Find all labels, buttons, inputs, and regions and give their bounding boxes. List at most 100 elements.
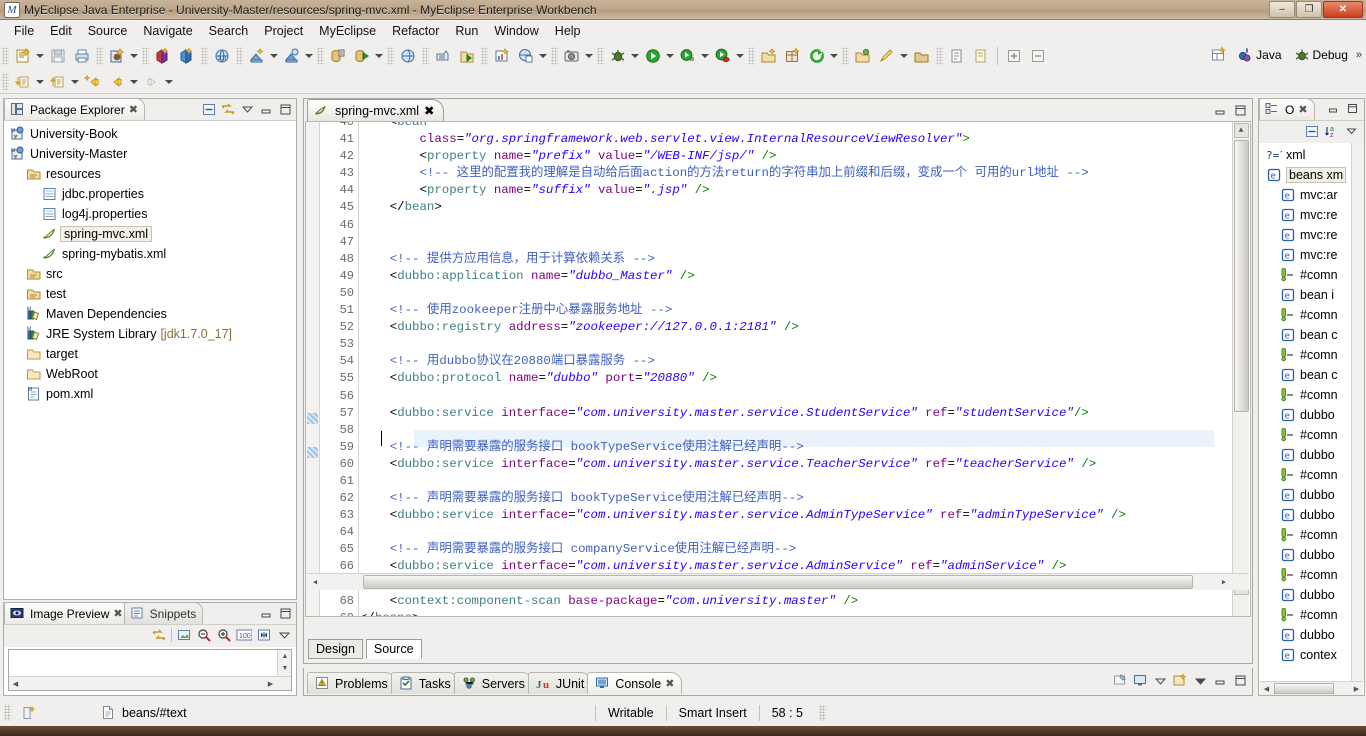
scroll-left-icon[interactable]: ◀	[308, 575, 322, 589]
editor-hscrollbar[interactable]: ◀ ▶	[307, 573, 1249, 590]
minimize-icon[interactable]	[1326, 101, 1342, 117]
tree-item-spring-mvc-xml[interactable]: spring-mvc.xml	[10, 224, 296, 244]
toolbar-grip[interactable]	[236, 47, 243, 65]
outline-item[interactable]: e bean i	[1260, 285, 1351, 305]
highlight-dropdown-icon[interactable]	[898, 45, 909, 67]
tree-item-maven-dependencies[interactable]: M Maven Dependencies	[10, 304, 296, 324]
code-line[interactable]: <!-- 使用zookeeper注册中心暴露服务地址 -->	[360, 302, 1232, 319]
toolbar-grip[interactable]	[2, 73, 9, 91]
tab-problems[interactable]: Problems	[307, 672, 396, 694]
toolbar-grip[interactable]	[748, 47, 755, 65]
tab-spring-mvc-xml[interactable]: spring-mvc.xml ✖	[307, 99, 444, 121]
outline-item[interactable]: #comn	[1260, 605, 1351, 625]
console-menu-icon[interactable]	[1152, 672, 1168, 688]
maximize-icon[interactable]	[1232, 672, 1248, 688]
code-text-surface[interactable]: <bean class="org.springframework.web.ser…	[360, 122, 1232, 616]
run-icon[interactable]	[642, 45, 664, 67]
deploy-icon[interactable]	[246, 45, 268, 67]
code-line[interactable]: <!-- 声明需要暴露的服务接口 bookTypeService使用注解已经声明…	[360, 490, 1232, 507]
profile-icon[interactable]	[712, 45, 734, 67]
profile-dropdown-icon[interactable]	[734, 45, 745, 67]
tree-item-src[interactable]: src	[10, 264, 296, 284]
tree-item-jre-system-library[interactable]: M JRE System Library [jdk1.7.0_17]	[10, 324, 296, 344]
tab-package-explorer[interactable]: Package Explorer ✖	[4, 98, 145, 120]
refresh-icon[interactable]	[806, 45, 828, 67]
code-line[interactable]	[360, 336, 1232, 353]
minimize-button[interactable]: –	[1269, 1, 1295, 18]
toolbar-grip[interactable]	[387, 47, 394, 65]
fit-icon[interactable]	[256, 627, 272, 643]
annotation-ruler[interactable]	[306, 122, 320, 616]
minimize-icon[interactable]	[258, 605, 274, 621]
vscroll-thumb[interactable]	[1234, 140, 1249, 412]
annotation-mark[interactable]	[307, 447, 318, 458]
code-line[interactable]	[360, 422, 1232, 439]
outline-item[interactable]: e mvc:ar	[1260, 185, 1351, 205]
outline-item[interactable]: e contex	[1260, 645, 1351, 665]
outline-item[interactable]: #comn	[1260, 565, 1351, 585]
new-class-icon[interactable]	[176, 45, 198, 67]
web-browser-icon[interactable]: 2.0	[211, 45, 233, 67]
tab-console[interactable]: Console ✖	[587, 672, 683, 694]
build-icon[interactable]	[491, 45, 513, 67]
view-menu-icon[interactable]	[1344, 123, 1360, 139]
tree-item-university-master[interactable]: M University-Master	[10, 144, 296, 164]
scroll-left-icon[interactable]: ◀	[1261, 683, 1272, 694]
code-line[interactable]	[360, 234, 1232, 251]
external-tools-icon[interactable]	[432, 45, 454, 67]
code-line[interactable]: <!-- 这里的配置我的理解是自动给后面action的方法return的字符串加…	[360, 165, 1232, 182]
outline-item[interactable]: e dubbo	[1260, 545, 1351, 565]
toolbar-grip[interactable]	[597, 47, 604, 65]
outline-item[interactable]: ?=? xml	[1260, 145, 1351, 165]
new-table-icon[interactable]	[782, 45, 804, 67]
close-icon[interactable]: ✖	[1298, 103, 1307, 116]
outline-hscrollbar[interactable]: ◀ ▶	[1260, 681, 1363, 695]
outline-item[interactable]: #comn	[1260, 385, 1351, 405]
menu-item-navigate[interactable]: Navigate	[135, 22, 200, 40]
code-line[interactable]	[360, 473, 1232, 490]
tab-tasks[interactable]: Tasks	[390, 672, 459, 694]
code-line[interactable]	[360, 217, 1232, 234]
zoom-in-icon[interactable]	[216, 627, 232, 643]
code-line[interactable]: <bean	[360, 122, 1232, 131]
tab-image-preview[interactable]: Image Preview ✖	[4, 602, 130, 624]
toolbar-grip[interactable]	[142, 47, 149, 65]
tree-item-test[interactable]: test	[10, 284, 296, 304]
display-console-icon[interactable]	[1132, 672, 1148, 688]
deploy-dropdown-icon[interactable]	[268, 45, 279, 67]
image-preview-canvas[interactable]: ▲ ▼ ◀ ▶	[8, 649, 292, 691]
outline-item[interactable]: #comn	[1260, 265, 1351, 285]
outline-item[interactable]: #comn	[1260, 345, 1351, 365]
menu-item-search[interactable]: Search	[201, 22, 257, 40]
tab-junit[interactable]: Ju JUnit	[527, 672, 593, 694]
tab-source[interactable]: Source	[365, 639, 422, 659]
close-button[interactable]: ✕	[1323, 1, 1363, 18]
close-project-icon[interactable]	[911, 45, 933, 67]
step-over-dropdown-icon[interactable]	[69, 71, 80, 93]
maximize-icon[interactable]	[1232, 102, 1248, 118]
menu-item-edit[interactable]: Edit	[42, 22, 80, 40]
new-java-package-icon[interactable]	[106, 45, 128, 67]
step-into-dropdown-icon[interactable]	[34, 71, 45, 93]
print-icon[interactable]	[71, 45, 93, 67]
view-menu-icon[interactable]	[276, 627, 292, 643]
debug-icon[interactable]	[607, 45, 629, 67]
image-preview-hscrollbar[interactable]: ◀ ▶	[9, 676, 291, 690]
outline-item[interactable]: #comn	[1260, 465, 1351, 485]
step-over-icon[interactable]	[47, 71, 69, 93]
run-history-icon[interactable]	[677, 45, 699, 67]
open-folder-icon[interactable]	[758, 45, 780, 67]
close-icon[interactable]: ✖	[424, 103, 434, 118]
code-line[interactable]	[360, 524, 1232, 541]
code-line[interactable]: <!-- 用dubbo协议在20880端口暴露服务 -->	[360, 353, 1232, 370]
image-icon[interactable]	[176, 627, 192, 643]
outline-item[interactable]: #comn	[1260, 425, 1351, 445]
debug-dropdown-icon[interactable]	[629, 45, 640, 67]
menu-item-source[interactable]: Source	[80, 22, 136, 40]
view-menu-icon[interactable]	[239, 101, 255, 117]
menu-item-project[interactable]: Project	[256, 22, 311, 40]
outline-item[interactable]: e mvc:re	[1260, 205, 1351, 225]
new-wizard-icon[interactable]	[12, 45, 34, 67]
toolbar-grip[interactable]	[551, 47, 558, 65]
close-icon[interactable]: ✖	[665, 677, 674, 690]
